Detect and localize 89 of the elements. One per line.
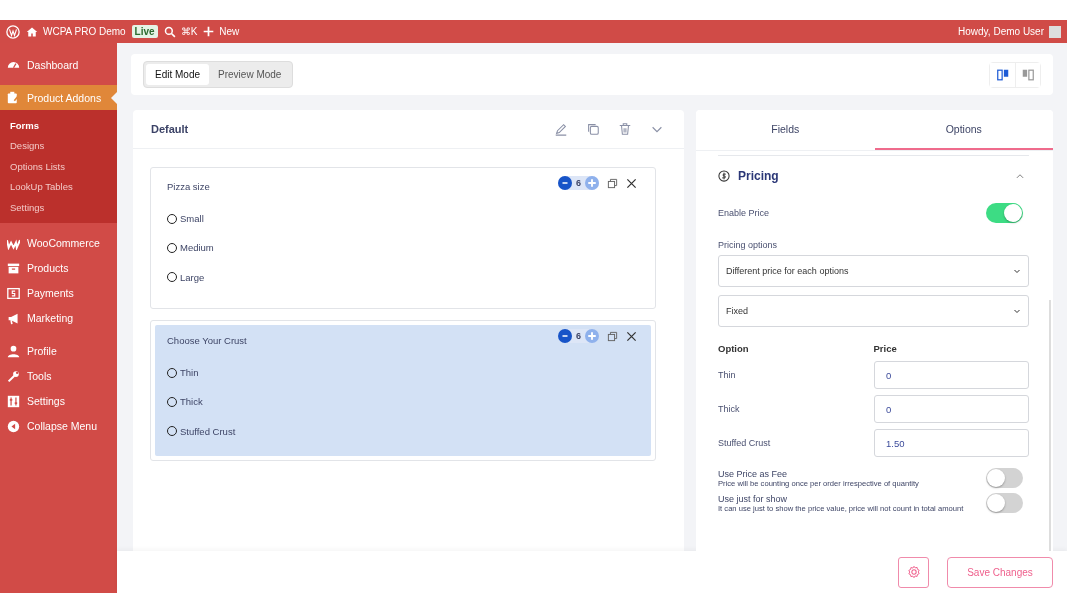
setting-label: Use just for show — [718, 494, 789, 504]
field-label: Pricing options — [718, 240, 779, 250]
live-badge: Live — [131, 25, 158, 38]
minus-icon — [561, 332, 569, 340]
field-label: Pizza size — [167, 181, 210, 192]
sidebar-menu-item[interactable]: Payments — [0, 280, 117, 306]
avatar-icon[interactable] — [1049, 25, 1061, 38]
submenu-item[interactable]: LookUp Tables — [0, 176, 117, 197]
submenu-item[interactable]: Forms — [0, 115, 117, 136]
decrease-button[interactable] — [558, 176, 572, 190]
sidebar-menu-item[interactable]: Profile — [0, 338, 117, 364]
section-header[interactable]: Pricing — [718, 156, 1029, 196]
chevron-down-icon — [1013, 267, 1021, 275]
width-value: 6 — [576, 331, 581, 341]
scrollbar[interactable] — [1049, 300, 1051, 551]
trash-icon[interactable] — [618, 122, 632, 136]
close-icon[interactable] — [626, 177, 637, 189]
chevron-up-icon — [1015, 171, 1025, 181]
field-card[interactable]: Choose Your Crust Thin Thick Stuffed Crust 6 — [150, 320, 656, 461]
dropdown[interactable]: Different price for each options — [718, 255, 1029, 287]
setting-label: Enable Price — [718, 208, 770, 218]
price-input[interactable]: 0 — [874, 361, 1029, 389]
price-input[interactable]: 1.50 — [874, 429, 1029, 457]
duplicate-icon[interactable] — [607, 177, 618, 189]
megaphone-icon — [7, 311, 20, 325]
submenu-item[interactable]: Designs — [0, 135, 117, 156]
collapse-icon — [7, 419, 20, 433]
sidebar-menu-item[interactable]: Products — [0, 255, 117, 281]
new-link[interactable]: New — [219, 26, 240, 37]
radio-label: Medium — [180, 242, 214, 254]
plus-icon — [587, 331, 597, 341]
option-name: Stuffed Crust — [718, 438, 772, 448]
greeting-link[interactable]: Howdy, Demo User — [958, 26, 1044, 37]
wrench-icon — [7, 369, 20, 383]
sidebar-menu-item[interactable]: Marketing — [0, 305, 117, 331]
copy-icon[interactable] — [586, 122, 600, 136]
radio-label: Thin — [180, 367, 199, 379]
plus-icon — [587, 178, 597, 188]
radio-label: Thick — [180, 396, 203, 408]
price-input[interactable]: 0 — [874, 395, 1029, 423]
submenu-item[interactable]: Settings — [0, 197, 117, 218]
home-icon — [26, 25, 38, 38]
sidebar-menu-item[interactable]: WooCommerce — [0, 230, 117, 256]
toggle-switch[interactable] — [986, 468, 1023, 488]
minus-icon — [561, 179, 569, 187]
columns-icon — [1021, 67, 1035, 82]
settings-button[interactable] — [898, 556, 929, 588]
option-name: Thin — [718, 370, 737, 380]
clipboard-pen-icon — [7, 91, 20, 104]
width-value: 6 — [576, 178, 581, 188]
shortcut-label: ⌘K — [180, 26, 198, 37]
archive-icon — [7, 261, 20, 275]
layout-toggle[interactable] — [1015, 62, 1040, 87]
columns-icon — [995, 67, 1010, 82]
radio-label: Stuffed Crust — [180, 425, 236, 437]
setting-label: Use Price as Fee — [718, 469, 789, 479]
sidebar-menu-item[interactable]: Tools — [0, 363, 117, 389]
wordpress-logo-icon[interactable] — [6, 24, 20, 39]
sidebar-menu-item[interactable]: Settings — [0, 388, 117, 414]
duplicate-icon[interactable] — [607, 330, 618, 342]
mode-tab[interactable]: Preview Mode — [209, 64, 291, 85]
user-icon — [7, 344, 20, 358]
settings-icon — [906, 565, 921, 579]
field-label: Choose Your Crust — [167, 335, 247, 346]
form-title: Default — [151, 123, 190, 135]
save-button[interactable]: Save Changes — [947, 556, 1053, 588]
radio-label: Small — [180, 213, 204, 225]
dollar-circle-icon — [718, 170, 730, 182]
site-name-link[interactable]: WCPA PRO Demo — [43, 26, 126, 37]
column-header: Price — [873, 343, 898, 354]
plus-icon[interactable] — [203, 26, 215, 37]
submenu-item[interactable]: Options Lists — [0, 156, 117, 177]
chevron-down-icon — [1013, 307, 1021, 315]
sidebar-menu-item[interactable]: Dashboard — [0, 52, 117, 77]
toggle-switch[interactable] — [986, 203, 1023, 223]
mode-tab[interactable]: Edit Mode — [146, 64, 210, 85]
edit-icon[interactable] — [554, 122, 568, 136]
dollar-card-icon — [7, 286, 20, 300]
column-header: Option — [718, 343, 750, 354]
sliders-icon — [7, 394, 20, 408]
sidebar-menu-item[interactable]: Collapse Menu — [0, 413, 117, 439]
field-card[interactable]: Pizza size Small Medium Large 6 — [150, 167, 656, 309]
search-icon[interactable] — [163, 25, 176, 38]
toggle-switch[interactable] — [986, 493, 1023, 513]
sidebar-menu-item[interactable]: Product Addons — [0, 85, 117, 110]
close-icon[interactable] — [626, 330, 637, 342]
dropdown[interactable]: Fixed — [718, 295, 1029, 327]
radio-label: Large — [180, 271, 205, 283]
option-name: Thick — [718, 404, 741, 414]
